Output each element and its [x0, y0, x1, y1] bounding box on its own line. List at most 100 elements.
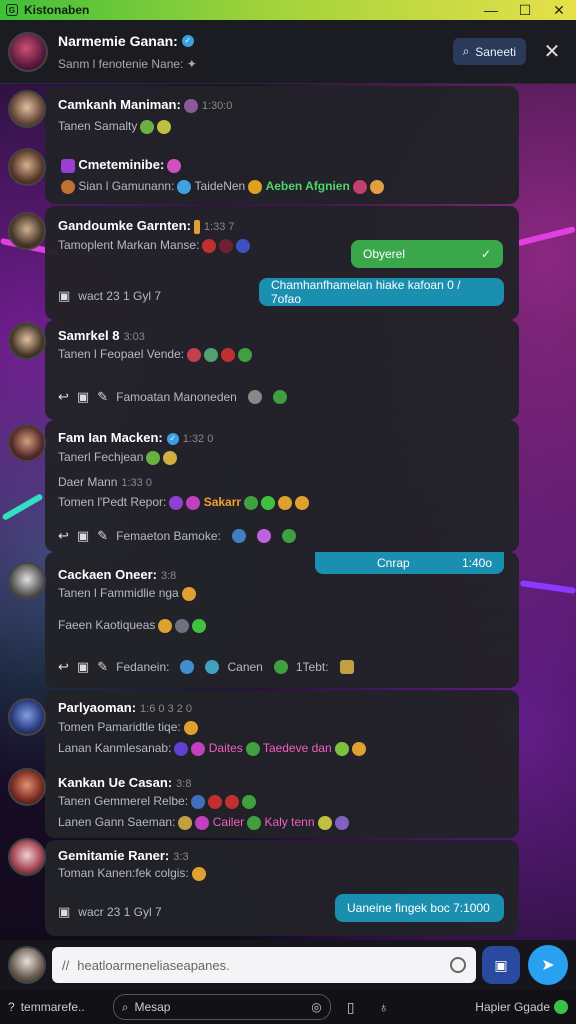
message-text: Faeen Kaotiqueas [58, 618, 156, 632]
message-text: Tomen Pamaridtle tiqe: [58, 720, 181, 734]
message-text: Tomen l'Pedt Repor: [58, 495, 167, 509]
message-username[interactable]: Gandoumke Garnten: [58, 218, 191, 233]
search-button-label: Saneeti [475, 44, 516, 59]
reply-icon[interactable]: ↩ [58, 659, 69, 675]
emoji-icon [140, 119, 155, 134]
message-text: Sian l Gamunann: [78, 179, 175, 193]
app-icon: G [6, 4, 18, 16]
channel-avatar[interactable] [8, 31, 48, 72]
user-avatar[interactable] [8, 838, 46, 876]
message-username[interactable]: Kankan Ue Casan: [58, 775, 172, 790]
message-username[interactable]: Fam Ian Macken: [58, 430, 163, 445]
emoji-icon [231, 529, 246, 543]
message-time: 3:03 [123, 331, 145, 343]
status-left-label: temmarefe.. [20, 1000, 85, 1014]
emoji-icon [247, 815, 262, 830]
user-avatar[interactable] [8, 322, 46, 360]
user-avatar[interactable] [8, 212, 46, 250]
message-text: Tamoplent Markan Manse: [58, 238, 200, 252]
emoji-icon [181, 586, 196, 601]
message-text: Tanen l Fammidlie nga [58, 586, 179, 600]
minimize-button[interactable]: — [474, 2, 508, 19]
message-username[interactable]: Parlyaoman: [58, 700, 136, 715]
image-icon[interactable]: ▣ [77, 528, 89, 544]
user-avatar[interactable] [8, 90, 46, 128]
user-avatar[interactable] [8, 768, 46, 806]
search-icon: ⌕ [121, 999, 129, 1014]
file-icon[interactable]: ▯ [347, 999, 355, 1016]
emoji-icon [180, 660, 195, 674]
emoji-icon [351, 741, 366, 756]
attach-button[interactable]: ▣ [482, 946, 520, 984]
message-composer: // heatloarmeneliaseapanes. ▣ ➤ [0, 940, 576, 990]
online-status-icon [554, 1000, 568, 1014]
edit-icon[interactable]: ✎ [97, 389, 108, 405]
clock-icon[interactable] [450, 957, 466, 973]
emoji-icon [157, 119, 172, 134]
search-button[interactable]: ⌕ Saneeti [452, 38, 526, 65]
user-avatar[interactable] [8, 148, 46, 186]
message-username[interactable]: Camkanh Maniman: [58, 97, 181, 112]
emoji-icon [191, 741, 206, 756]
calendar-icon: ▣ [58, 288, 71, 303]
send-button[interactable]: ➤ [528, 945, 568, 985]
emoji-icon [61, 179, 75, 194]
reply-bubble[interactable]: Chamhanfhamelan hiake kafoan 0 / 7ofao [259, 278, 504, 306]
compass-icon: ◎ [311, 1000, 322, 1014]
status-pill-label: Obyerel [363, 247, 406, 261]
message-text: Tanen Samalty [58, 119, 138, 133]
message-tag: Aeben Afgnien [265, 179, 350, 193]
emoji-icon [247, 390, 262, 404]
status-right-label: Hapier Ggade [475, 1000, 550, 1014]
edit-icon[interactable]: ✎ [97, 659, 108, 675]
maximize-button[interactable]: ☐ [508, 2, 542, 19]
window-close-button[interactable]: ✕ [542, 2, 576, 19]
help-item[interactable]: ? temmarefe.. [8, 1000, 85, 1014]
edit-icon[interactable]: ✎ [97, 528, 108, 544]
emoji-icon [178, 815, 193, 830]
status-pill[interactable]: Obyerel ✓ [351, 240, 503, 268]
image-icon[interactable]: ▣ [77, 659, 89, 675]
reply-bubble[interactable]: Uaneine fingek boc 7:1000 [335, 894, 504, 922]
message-username[interactable]: Cackaen Oneer: [58, 567, 157, 582]
user-avatar[interactable] [8, 698, 46, 736]
emoji-icon [163, 450, 178, 465]
emoji-icon [369, 179, 384, 194]
emoji-icon [183, 98, 198, 113]
message-time: 1:30:0 [201, 100, 233, 112]
message-text: Tanen l Feopael Vende: [58, 347, 185, 361]
status-bar: ? temmarefe.. ⌕ Mesap ◎ ▯ ♁ Hapier Ggade [0, 990, 576, 1024]
message-username[interactable]: Cmeteminibe: [78, 157, 164, 172]
emoji-icon [261, 495, 276, 510]
channel-subtitle: Sanm l fenotenie Nane: [58, 56, 184, 71]
emoji-icon [191, 794, 206, 809]
message-footer: wacr 23 1 Gyl 7 [78, 905, 162, 919]
reply-bubble[interactable]: Cnrap 1:40o [315, 552, 504, 574]
message-input[interactable]: // heatloarmeneliaseapanes. [52, 947, 476, 983]
self-avatar[interactable] [8, 946, 46, 984]
message-tag: 1Tebt: [295, 660, 329, 674]
message-time: 1:32 0 [182, 433, 214, 445]
message-username[interactable]: Gemitamie Raner: [58, 848, 169, 863]
emoji-icon [167, 158, 182, 173]
user-avatar[interactable] [8, 562, 46, 600]
reply-icon[interactable]: ↩ [58, 389, 69, 405]
reply-icon[interactable]: ↩ [58, 528, 69, 544]
message-time: 1:6 0 3 2 0 [140, 703, 193, 715]
bulb-icon[interactable]: ♁ [378, 999, 389, 1016]
user-avatar[interactable] [8, 424, 46, 462]
emoji-icon [175, 618, 190, 633]
message-time: 3:8 [176, 778, 192, 790]
verified-icon: ✓ [166, 432, 179, 445]
status-search[interactable]: ⌕ Mesap ◎ [112, 994, 331, 1020]
message-tag: Daites [208, 741, 243, 755]
image-icon[interactable]: ▣ [77, 389, 89, 405]
reply-time: 1:40o [461, 556, 492, 570]
emoji-icon [281, 529, 296, 543]
close-button[interactable]: ✕ [532, 39, 572, 64]
calendar-icon: ▣ [58, 904, 71, 919]
status-right[interactable]: Hapier Ggade [475, 1000, 568, 1014]
message-time: 1:33 0 [121, 477, 152, 489]
message-username[interactable]: Samrkel 8 [58, 328, 119, 343]
verified-icon: ✓ [181, 35, 194, 48]
